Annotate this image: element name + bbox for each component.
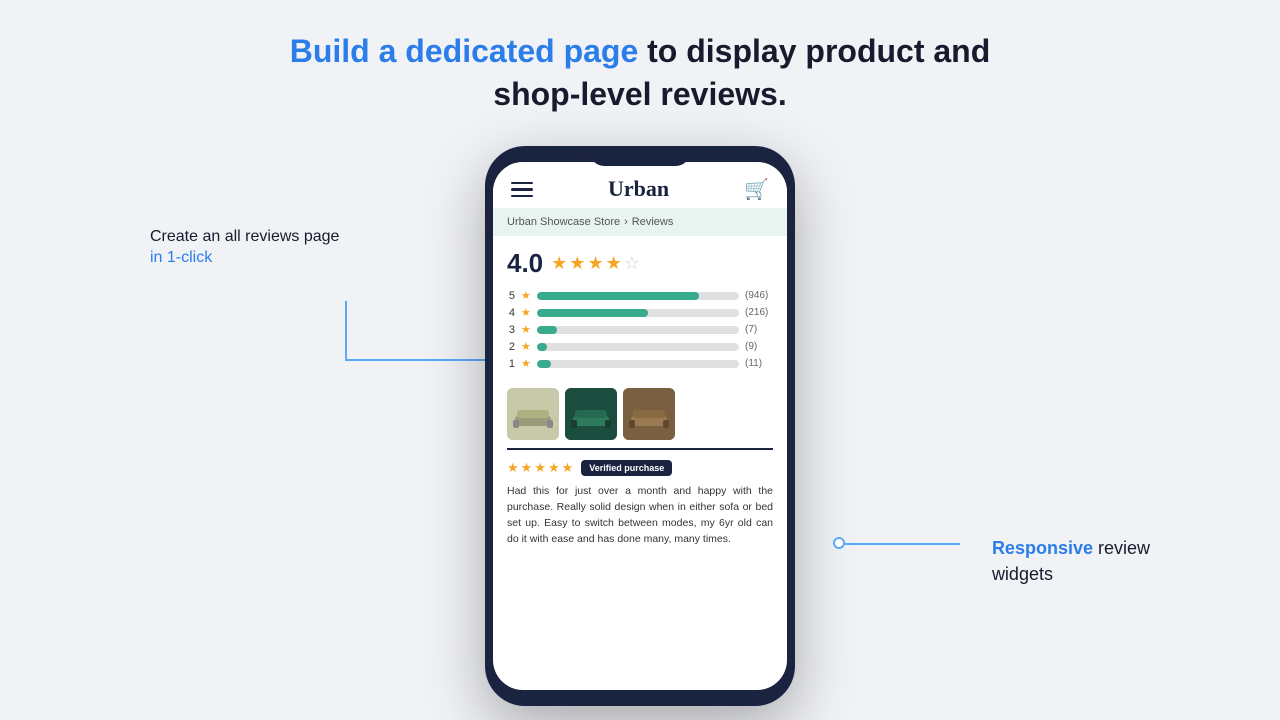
thumbnail-1[interactable] <box>507 388 559 440</box>
review-card: ★ ★ ★ ★ ★ Verified purchase Had this for… <box>493 450 787 690</box>
phone-frame: Urban 🛒 Urban Showcase Store › Reviews 4… <box>485 146 795 706</box>
connector-dot-right <box>833 537 845 549</box>
main-area: Create an all reviews page in 1-click Ur… <box>0 146 1280 706</box>
phone-header: Urban 🛒 <box>493 162 787 208</box>
photo-thumbnails <box>493 378 787 448</box>
left-callout-link[interactable]: in 1-click <box>150 249 339 267</box>
phone-notch <box>590 146 690 166</box>
rating-stars: ★ ★ ★ ★ ☆ <box>551 253 640 274</box>
breadcrumb-separator: › <box>624 216 628 228</box>
star-3: ★ <box>587 253 603 274</box>
overall-rating: 4.0 ★ ★ ★ ★ ☆ <box>507 248 773 279</box>
star-5: ☆ <box>624 253 640 274</box>
breadcrumb: Urban Showcase Store › Reviews <box>493 208 787 236</box>
store-title: Urban <box>608 176 669 202</box>
bar-row-3: 3 ★ (7) <box>507 323 773 336</box>
left-callout-line1: Create an all reviews page <box>150 226 339 248</box>
thumbnail-3[interactable] <box>623 388 675 440</box>
bar-row-2: 2 ★ (9) <box>507 340 773 353</box>
verified-badge: Verified purchase <box>581 460 672 476</box>
review-stars: ★ ★ ★ ★ ★ <box>507 460 573 476</box>
bar-row-4: 4 ★ (216) <box>507 306 773 319</box>
breadcrumb-current: Reviews <box>632 216 674 228</box>
right-callout: Responsive reviewwidgets <box>992 536 1150 586</box>
bar-row-5: 5 ★ (946) <box>507 289 773 302</box>
review-summary: 4.0 ★ ★ ★ ★ ☆ 5 ★ <box>493 236 787 378</box>
right-callout-text: Responsive reviewwidgets <box>992 536 1150 586</box>
menu-icon[interactable] <box>511 182 533 198</box>
connector-line-right <box>845 543 960 545</box>
review-text: Had this for just over a month and happy… <box>507 484 773 547</box>
rating-number: 4.0 <box>507 248 543 279</box>
bar-row-1: 1 ★ (11) <box>507 357 773 370</box>
phone-mockup: Urban 🛒 Urban Showcase Store › Reviews 4… <box>485 146 795 706</box>
left-callout: Create an all reviews page in 1-click <box>150 226 339 266</box>
review-header: ★ ★ ★ ★ ★ Verified purchase <box>507 460 773 476</box>
thumbnail-2[interactable] <box>565 388 617 440</box>
phone-screen: Urban 🛒 Urban Showcase Store › Reviews 4… <box>493 162 787 690</box>
star-2: ★ <box>569 253 585 274</box>
star-1: ★ <box>551 253 567 274</box>
breadcrumb-parent[interactable]: Urban Showcase Store <box>507 216 620 228</box>
page-headline: Build a dedicated page to display produc… <box>290 30 991 116</box>
rating-bars: 5 ★ (946) 4 ★ (216) 3 <box>507 289 773 370</box>
star-4: ★ <box>606 253 622 274</box>
cart-icon[interactable]: 🛒 <box>744 177 769 202</box>
